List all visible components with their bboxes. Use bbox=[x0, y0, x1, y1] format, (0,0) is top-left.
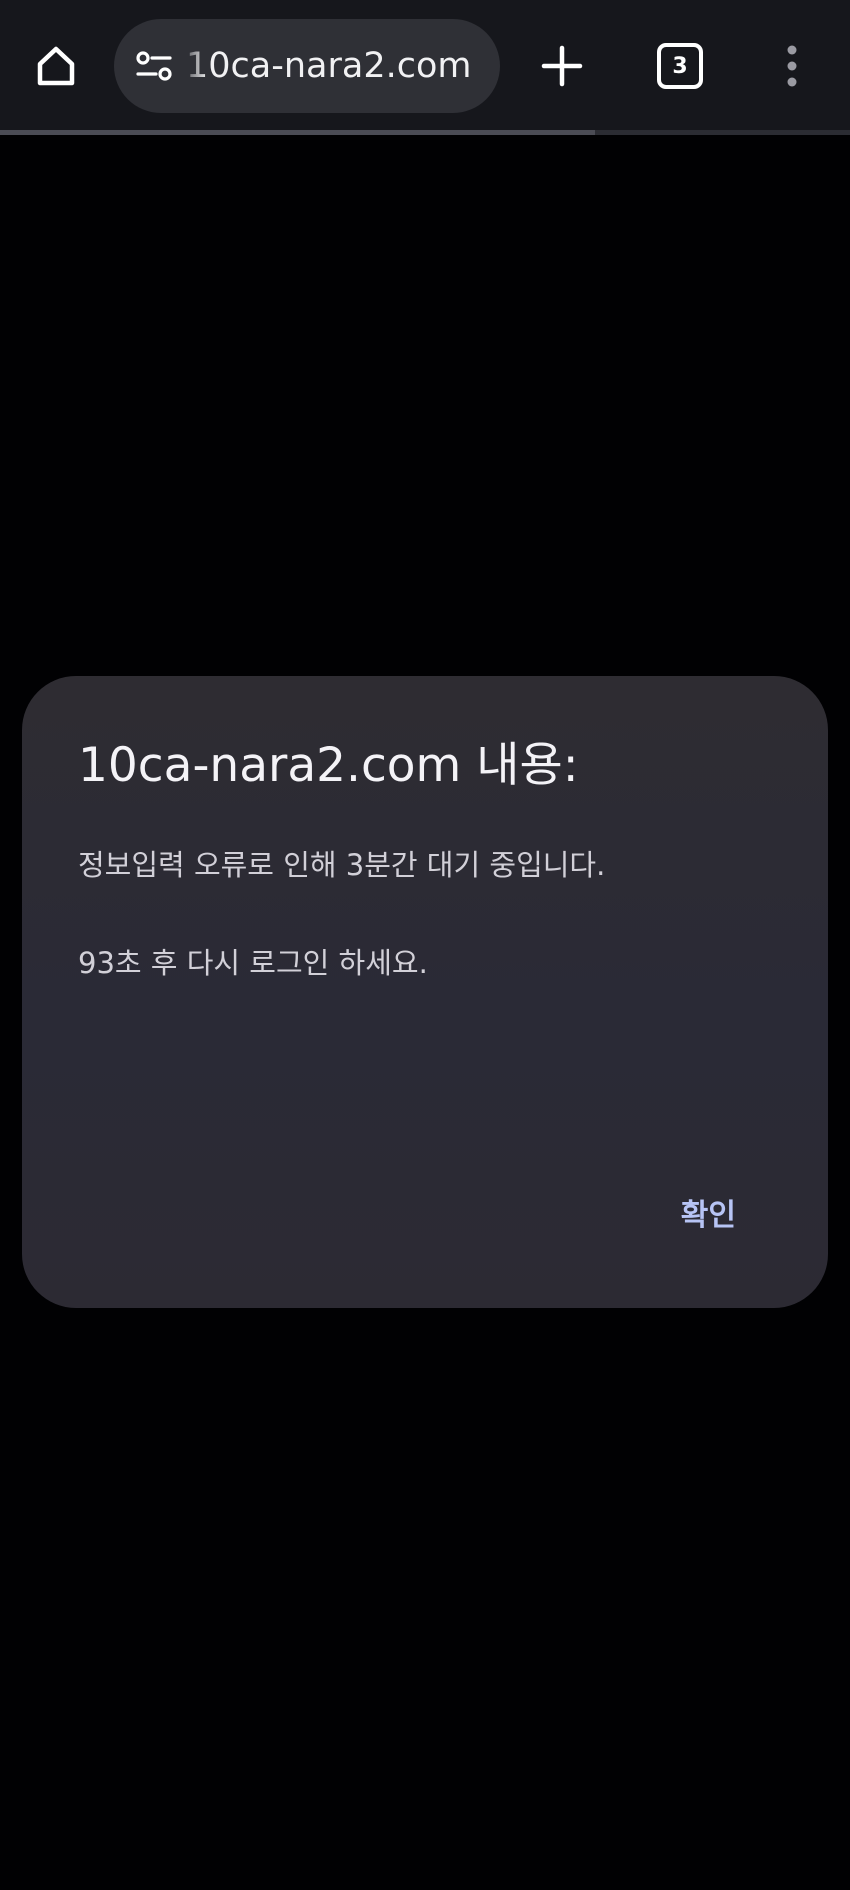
dialog-title: 10ca-nara2.com 내용: bbox=[78, 738, 579, 793]
tab-switcher-icon: 3 bbox=[657, 43, 703, 89]
more-vert-icon bbox=[787, 45, 797, 87]
home-button[interactable] bbox=[22, 30, 90, 102]
dialog-message-line-2: 93초 후 다시 로그인 하세요. bbox=[78, 946, 428, 980]
url-text[interactable]: 10ca-nara2.com bbox=[186, 46, 471, 86]
dialog-message-line-1: 정보입력 오류로 인해 3분간 대기 중입니다. bbox=[78, 848, 606, 882]
new-tab-button[interactable] bbox=[528, 30, 596, 102]
page-load-progress-fill bbox=[0, 130, 595, 135]
menu-button[interactable] bbox=[756, 30, 828, 102]
browser-toolbar: 10ca-nara2.com 3 bbox=[0, 0, 850, 130]
tab-switcher-button[interactable]: 3 bbox=[644, 30, 716, 102]
address-bar[interactable]: 10ca-nara2.com bbox=[114, 19, 500, 113]
alert-dialog: 10ca-nara2.com 내용: 정보입력 오류로 인해 3분간 대기 중입… bbox=[22, 676, 828, 1308]
tab-count: 3 bbox=[672, 53, 688, 79]
site-settings-button[interactable] bbox=[132, 44, 176, 88]
ok-button[interactable]: 확인 bbox=[681, 1190, 736, 1234]
plus-icon bbox=[541, 45, 583, 87]
home-icon bbox=[37, 46, 75, 86]
page-load-progress bbox=[0, 130, 850, 135]
tune-icon bbox=[136, 51, 172, 81]
